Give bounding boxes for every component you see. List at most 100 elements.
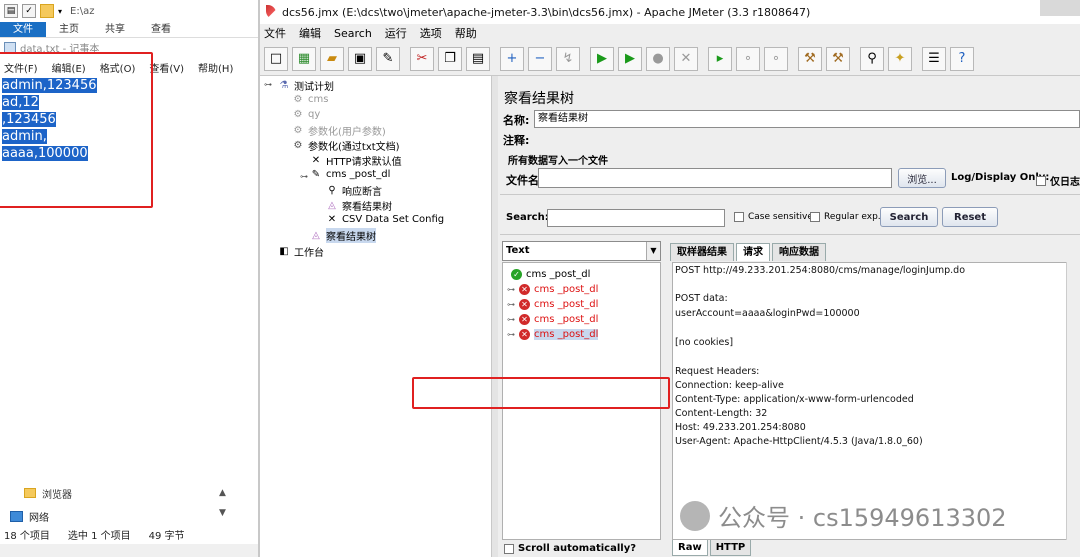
notepad-menu-help[interactable]: 帮助(H) [198,60,233,75]
renderer-select[interactable]: Text ▼ [502,241,661,261]
sample-result-item[interactable]: ⊶ ✕ cms _post_dl [507,299,598,310]
sample-result-item[interactable]: ⊶ ✕ cms _post_dl [507,284,598,295]
tree-node-http-sampler[interactable]: ✎ cms _post_dl [310,168,391,180]
tree-node-assertion[interactable]: ⚲ 响应断言 [326,183,382,198]
expand-icon[interactable]: + [500,46,524,71]
tree-node-http-defaults[interactable]: ✕ HTTP请求默认值 [310,153,402,168]
clear-icon[interactable]: ⚒ [798,46,822,71]
clear-all-icon[interactable]: ⚒ [826,46,850,71]
menu-help[interactable]: 帮助 [455,25,477,41]
reset-search-icon[interactable]: ✦ [888,46,912,71]
menu-search[interactable]: Search [334,27,372,40]
collapse-icon[interactable]: − [528,46,552,71]
scroll-up-icon[interactable]: ▲ [219,488,233,498]
dropdown-icon[interactable]: ▾ [58,7,62,16]
tree-toggle-icon[interactable]: ⊶ [507,300,515,309]
sample-result-item[interactable]: ⊶ ✕ cms _post_dl [507,314,598,325]
menu-options[interactable]: 选项 [420,25,442,41]
toggle-icon[interactable]: ↯ [556,46,580,71]
network-icon [10,510,23,522]
checkbox-icon[interactable] [1036,175,1046,186]
reset-button[interactable]: Reset [942,207,998,227]
tree-node-thread-group[interactable]: ⚙ cms [292,93,329,105]
browse-button[interactable]: 浏览... [898,168,946,188]
ribbon-tab-share[interactable]: 共享 [92,22,138,37]
error-shield-icon: ✕ [519,299,530,310]
start-icon[interactable]: ▶ [590,46,614,71]
header-line: User-Agent: Apache-HttpClient/4.5.3 (Jav… [675,436,923,447]
sample-result-item-selected[interactable]: ⊶ ✕ cms _post_dl [507,329,599,340]
error-shield-icon: ✕ [519,329,530,340]
tree-node-workbench[interactable]: ◧ 工作台 [278,244,324,259]
checkbox-icon[interactable]: ✓ [22,4,36,18]
search-button[interactable]: Search [880,207,938,227]
split-pane-divider[interactable] [492,76,498,557]
window-controls[interactable] [1040,0,1080,16]
errors-only-checkbox[interactable]: 仅日志 [1036,173,1080,188]
scroll-down-icon[interactable]: ▼ [219,508,233,518]
tree-node-thread-group[interactable]: ⚙ 参数化(用户参数) [292,123,386,138]
paste-icon[interactable]: ▤ [466,46,490,71]
properties-icon[interactable]: ▤ [4,4,18,18]
tree-node-thread-group[interactable]: ⚙ qy [292,108,321,120]
help-icon[interactable]: ? [950,46,974,71]
filename-field[interactable] [538,168,892,188]
tab-raw[interactable]: Raw [672,540,708,556]
remote-shutdown-icon[interactable]: ∘ [764,46,788,71]
templates-icon[interactable]: ▦ [292,46,316,71]
start-no-pause-icon[interactable]: ▶ [618,46,642,71]
menu-file[interactable]: 文件 [264,25,286,41]
selected-count: 选中 1 个项目 [67,530,131,542]
menu-run[interactable]: 运行 [385,25,407,41]
tab-http[interactable]: HTTP [709,540,752,556]
save-icon[interactable]: ▣ [348,46,372,71]
gear-icon: ⚙ [293,125,303,136]
tree-toggle-icon[interactable]: ⊶ [507,285,515,294]
ribbon-tab-home[interactable]: 主页 [46,22,92,37]
save-as-icon[interactable]: ✎ [376,46,400,71]
function-helper-icon[interactable]: ☰ [922,46,946,71]
folder-icon[interactable] [40,4,54,18]
new-icon[interactable]: □ [264,46,288,71]
tree-toggle-icon[interactable]: ⊶ [507,315,515,324]
tree-toggle-icon[interactable]: ⊶ [300,172,308,181]
tab-response-data[interactable]: 响应数据 [772,243,826,261]
tree-node-listener[interactable]: ◬ 察看结果树 [326,198,392,213]
tab-sampler-result[interactable]: 取样器结果 [670,243,734,261]
sample-result-item[interactable]: ✓ cms _post_dl [507,269,590,280]
tree-node-test-plan[interactable]: ⚗ 测试计划 [278,78,334,93]
notepad-menu-view[interactable]: 查看(V) [149,60,184,75]
jmeter-logo-icon [266,5,276,19]
case-sensitive-checkbox[interactable]: Case sensitive [734,212,813,222]
tree-node-thread-group[interactable]: ⚙ 参数化(通过txt文档) [292,138,400,153]
remote-start-icon[interactable]: ▸ [708,46,732,71]
checkbox-icon[interactable] [734,212,744,222]
open-icon[interactable]: ▰ [320,46,344,71]
tab-request[interactable]: 请求 [736,243,770,261]
header-line: Connection: keep-alive [675,380,784,391]
ribbon-tab-view[interactable]: 查看 [138,22,184,37]
ribbon-tab-file[interactable]: 文件 [0,22,46,37]
explorer-path: E:\az [70,5,95,17]
menu-edit[interactable]: 编辑 [299,25,321,41]
checkbox-icon[interactable] [504,543,514,554]
stop-icon[interactable]: ● [646,46,670,71]
scrollbar[interactable]: ▲ ▼ [219,488,233,524]
remote-stop-icon[interactable]: ∘ [736,46,760,71]
cut-icon[interactable]: ✂ [410,46,434,71]
name-field[interactable]: 察看结果树 [534,110,1080,128]
checkbox-icon[interactable] [810,212,820,222]
chevron-down-icon[interactable]: ▼ [646,242,660,260]
copy-icon[interactable]: ❐ [438,46,462,71]
regular-exp-checkbox[interactable]: Regular exp. [810,212,881,222]
tree-toggle-icon[interactable]: ⊶ [507,330,515,339]
tree-toggle-icon[interactable]: ⊶ [264,80,272,89]
scroll-automatically-checkbox[interactable]: Scroll automatically? [504,543,636,554]
search-input[interactable] [547,209,725,227]
shutdown-icon[interactable]: ✕ [674,46,698,71]
window-title: dcs56.jmx (E:\dcs\two\jmeter\apache-jmet… [282,5,811,19]
tree-node-listener-selected[interactable]: ◬ 察看结果树 [310,228,376,243]
tree-node-csv-config[interactable]: ✕ CSV Data Set Config [326,213,444,225]
search-icon[interactable]: ⚲ [860,46,884,71]
scrollbar[interactable] [1066,262,1080,540]
